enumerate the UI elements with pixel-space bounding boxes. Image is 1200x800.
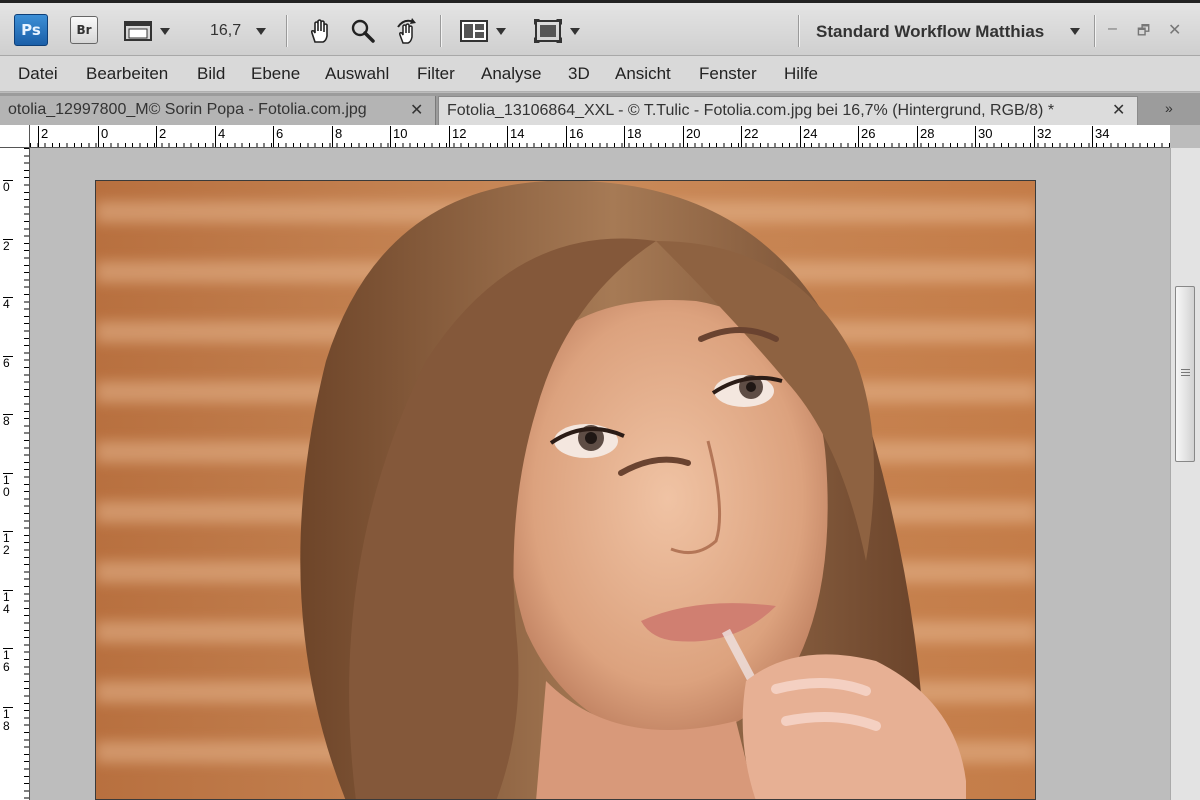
close-icon[interactable]: ✕ <box>1168 20 1181 40</box>
menu-hilfe[interactable]: Hilfe <box>784 64 818 84</box>
chevron-down-icon <box>496 27 506 35</box>
tab-label: Fotolia_13106864_XXL - © T.Tulic - Fotol… <box>447 102 1055 119</box>
layout-grid-icon <box>460 20 488 42</box>
menu-3d[interactable]: 3D <box>568 64 590 84</box>
ruler-label: 30 <box>975 126 992 147</box>
zoom-level[interactable]: 16,7 <box>210 22 241 40</box>
chevron-down-icon <box>160 27 170 35</box>
toolbar-separator <box>440 15 441 47</box>
workspace-switcher[interactable]: Standard Workflow Matthias <box>816 22 1044 42</box>
tab-close-icon[interactable]: ✕ <box>410 100 423 120</box>
ruler-label: 22 <box>741 126 758 147</box>
menu-fenster[interactable]: Fenster <box>699 64 757 84</box>
ruler-label: 10 <box>390 126 407 147</box>
vertical-ruler[interactable]: 0 2 4 6 8 10 12 14 16 18 <box>0 148 30 800</box>
ruler-label: 8 <box>3 414 13 427</box>
restore-icon[interactable]: 🗗 <box>1137 20 1150 44</box>
ruler-origin[interactable] <box>0 125 30 148</box>
screen-mode-button[interactable] <box>534 17 580 45</box>
view-extras-button[interactable] <box>124 17 170 45</box>
toolbar-separator <box>286 15 287 47</box>
ruler-label: 2 <box>3 239 13 252</box>
ruler-label: 20 <box>683 126 700 147</box>
ruler-label: 18 <box>624 126 641 147</box>
menu-auswahl[interactable]: Auswahl <box>325 64 389 84</box>
ruler-label: 16 <box>3 648 13 673</box>
ruler-label: 0 <box>3 180 13 193</box>
menu-analyse[interactable]: Analyse <box>481 64 541 84</box>
workspace-dropdown-icon[interactable] <box>1070 28 1080 35</box>
magnifier-icon <box>351 19 375 43</box>
scrollbar-thumb[interactable] <box>1175 286 1195 462</box>
hand-tool-button[interactable] <box>308 17 332 45</box>
ruler-label: 14 <box>507 126 524 147</box>
ruler-label: 18 <box>3 707 13 732</box>
menu-filter[interactable]: Filter <box>417 64 455 84</box>
document-tab[interactable]: otolia_12997800_M© Sorin Popa - Fotolia.… <box>0 96 436 125</box>
document-image[interactable] <box>95 180 1036 800</box>
vertical-scrollbar[interactable] <box>1170 148 1200 800</box>
menu-ebene[interactable]: Ebene <box>251 64 300 84</box>
tab-label: otolia_12997800_M© Sorin Popa - Fotolia.… <box>8 101 367 118</box>
grip-icon <box>1181 369 1190 370</box>
arrange-documents-button[interactable] <box>460 17 506 45</box>
ruler-label: 8 <box>332 126 342 147</box>
chevron-down-icon <box>570 27 580 35</box>
ruler-label: 26 <box>858 126 875 147</box>
menu-datei[interactable]: Datei <box>18 64 58 84</box>
ruler-label: 2 <box>38 126 48 147</box>
film-strip-icon <box>124 21 152 41</box>
ruler-label: 12 <box>449 126 466 147</box>
ruler-label: 6 <box>3 356 13 369</box>
ruler-label: 16 <box>566 126 583 147</box>
menu-ansicht[interactable]: Ansicht <box>615 64 671 84</box>
ruler-label: 14 <box>3 590 13 615</box>
ruler-label: 4 <box>3 297 13 310</box>
hand-icon <box>310 19 328 43</box>
rotate-hand-icon <box>397 18 416 44</box>
tab-overflow-icon[interactable]: » <box>1165 100 1173 116</box>
ruler-label: 2 <box>156 126 166 147</box>
document-tab-active[interactable]: Fotolia_13106864_XXL - © T.Tulic - Fotol… <box>438 96 1138 125</box>
ruler-label: 34 <box>1092 126 1109 147</box>
portrait-photo <box>96 181 1035 799</box>
ruler-label: 28 <box>917 126 934 147</box>
rotate-view-tool-button[interactable] <box>394 17 422 45</box>
ruler-label: 12 <box>3 531 13 556</box>
screen-mode-icon <box>534 19 562 43</box>
ruler-label: 4 <box>215 126 225 147</box>
tab-close-icon[interactable]: ✕ <box>1112 100 1125 120</box>
toolbar-separator <box>798 15 799 47</box>
horizontal-ruler[interactable]: 2 0 2 4 6 8 10 12 14 16 18 20 22 24 26 2… <box>30 125 1170 148</box>
ruler-label: 10 <box>3 473 13 498</box>
ruler-label: 32 <box>1034 126 1051 147</box>
menu-bild[interactable]: Bild <box>197 64 225 84</box>
ruler-label: 0 <box>98 126 108 147</box>
minimize-icon[interactable]: – <box>1108 20 1117 38</box>
menu-bar: Datei Bearbeiten Bild Ebene Auswahl Filt… <box>0 56 1200 92</box>
zoom-dropdown-icon[interactable] <box>256 28 266 35</box>
ruler-label: 24 <box>800 126 817 147</box>
application-bar: Ps Br 16,7 Standard Workflow Matthias – … <box>0 0 1200 56</box>
photoshop-logo[interactable]: Ps <box>14 14 48 46</box>
zoom-tool-button[interactable] <box>350 17 376 45</box>
toolbar-separator <box>1094 15 1095 47</box>
menu-bearbeiten[interactable]: Bearbeiten <box>86 64 168 84</box>
bridge-launch-button[interactable]: Br <box>70 16 98 44</box>
document-tab-bar: otolia_12997800_M© Sorin Popa - Fotolia.… <box>0 93 1200 125</box>
ruler-label: 6 <box>273 126 283 147</box>
